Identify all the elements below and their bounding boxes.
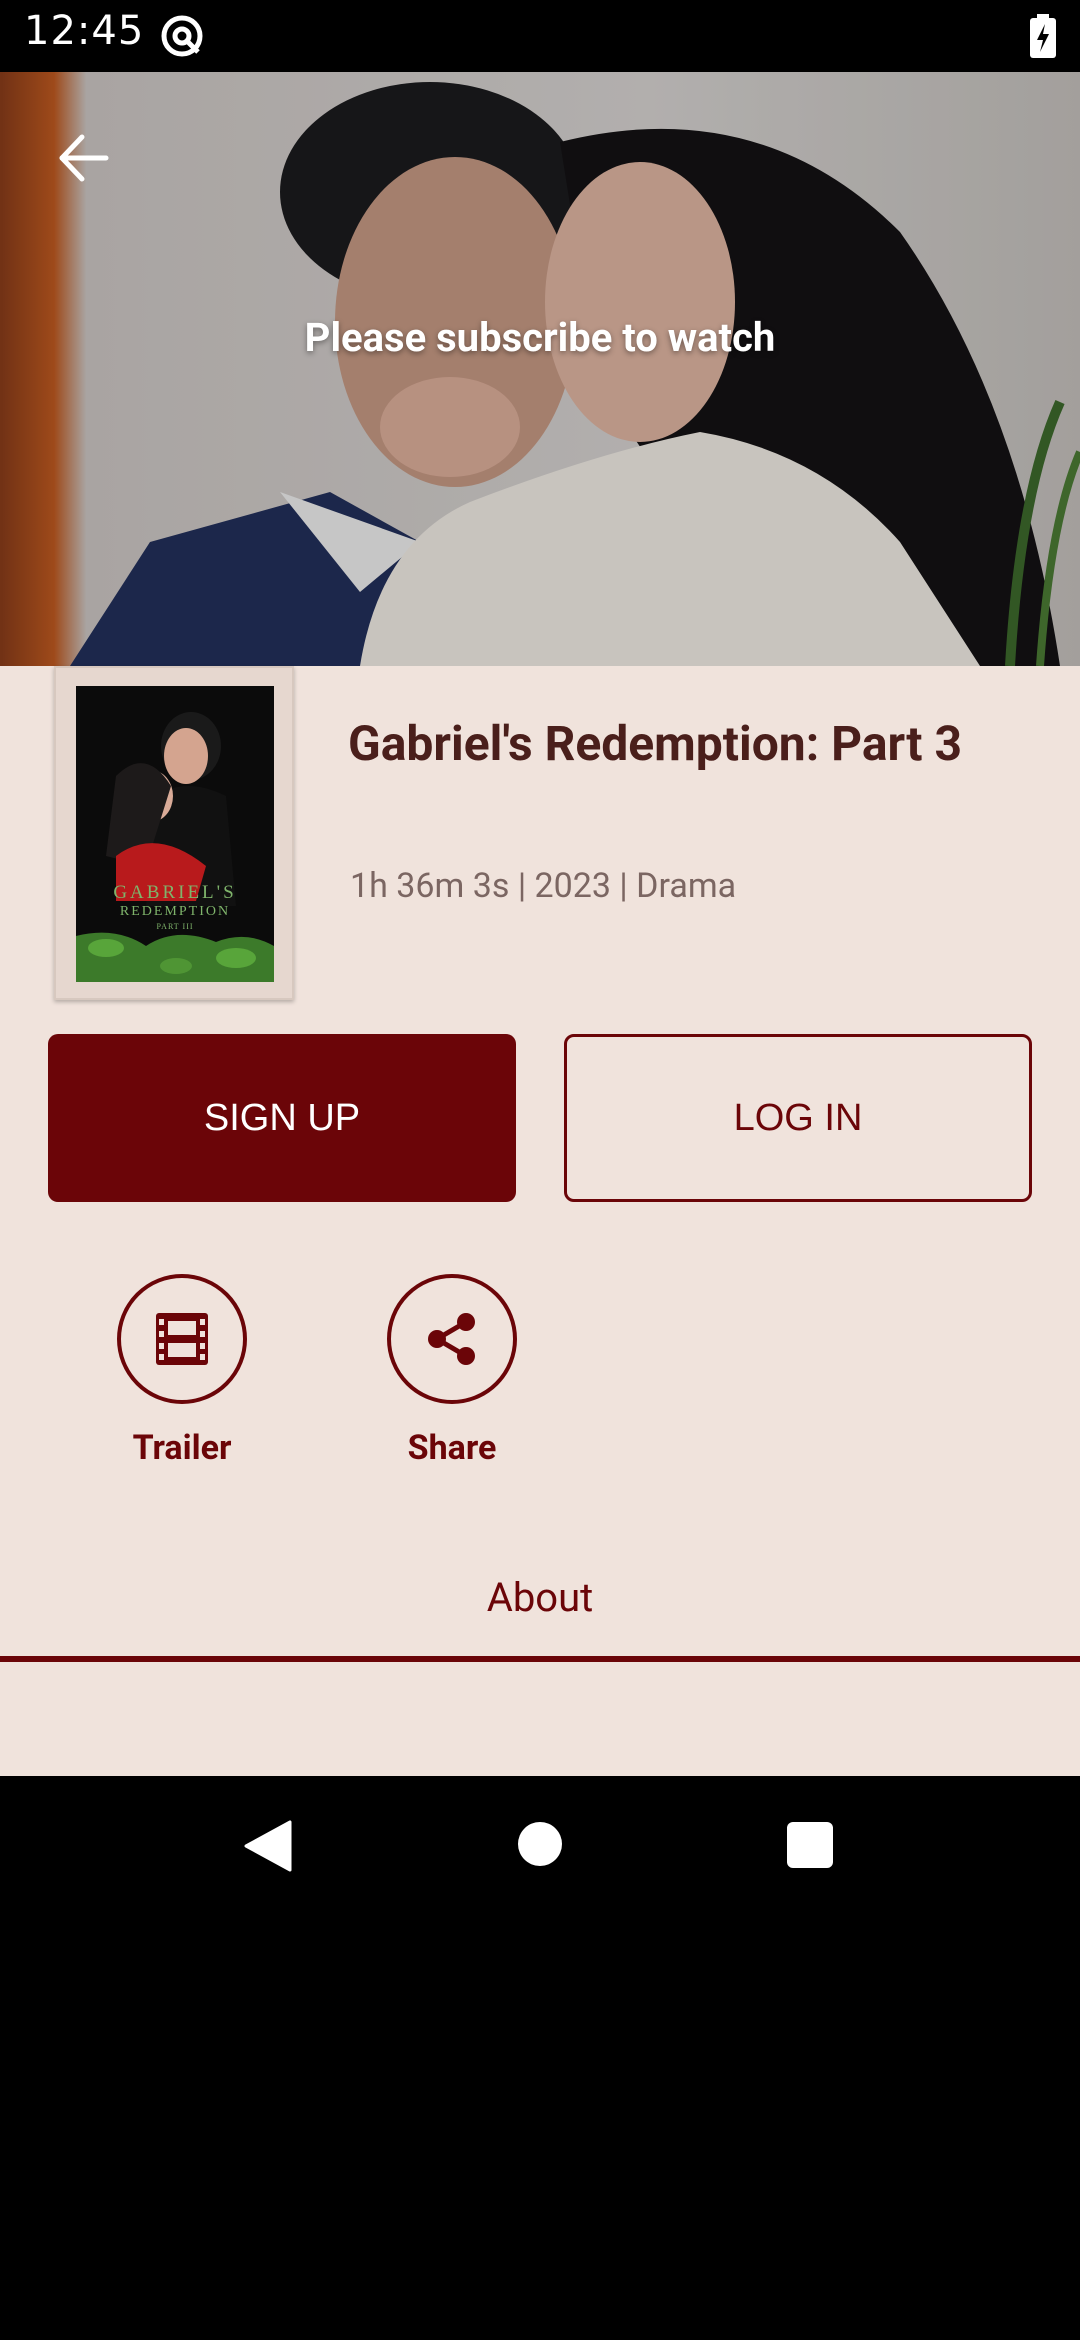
battery-charging-icon <box>1030 14 1056 58</box>
status-bar: 12:45 <box>0 0 1080 72</box>
movie-poster: GABRIEL'S REDEMPTION PART III <box>76 686 274 982</box>
log-in-button[interactable]: LOG IN <box>564 1034 1032 1202</box>
status-time: 12:45 <box>24 8 145 54</box>
nav-recents-icon[interactable] <box>787 1822 833 1868</box>
tab-indicator <box>0 1656 1080 1662</box>
arrow-left-icon[interactable] <box>54 128 114 188</box>
poster-title-line1: GABRIEL'S <box>113 882 237 903</box>
nav-home-icon[interactable] <box>518 1822 562 1866</box>
trailer-label: Trailer <box>132 1428 232 1468</box>
tab-about-label: About <box>486 1574 594 1621</box>
poster-title-line3: PART III <box>156 922 194 931</box>
poster-frame: GABRIEL'S REDEMPTION PART III <box>54 666 294 1000</box>
poster-title-line2: REDEMPTION <box>119 904 231 919</box>
movie-details: GABRIEL'S REDEMPTION PART III Gabriel's … <box>0 666 1080 1776</box>
share-circle[interactable] <box>387 1274 517 1404</box>
at-sign-icon <box>161 15 203 57</box>
trailer-circle[interactable] <box>117 1274 247 1404</box>
nav-back-icon[interactable] <box>244 1820 292 1872</box>
system-nav-bar <box>0 1776 1080 1920</box>
movie-title: Gabriel's Redemption: Part 3 <box>348 715 962 772</box>
sign-up-button[interactable]: SIGN UP <box>48 1034 516 1202</box>
hero-image <box>0 72 1080 666</box>
share-label: Share <box>407 1428 497 1468</box>
hero-banner: Please subscribe to watch <box>0 72 1080 666</box>
share-icon <box>428 1313 475 1365</box>
movie-meta: 1h 36m 3s | 2023 | Drama <box>350 866 737 906</box>
subscribe-message: Please subscribe to watch <box>304 314 776 361</box>
trailer-action[interactable]: Trailer <box>82 1274 282 1468</box>
tab-about[interactable]: About <box>0 1566 1080 1690</box>
poster-art <box>76 686 274 982</box>
share-action[interactable]: Share <box>352 1274 552 1468</box>
film-icon <box>156 1313 208 1365</box>
